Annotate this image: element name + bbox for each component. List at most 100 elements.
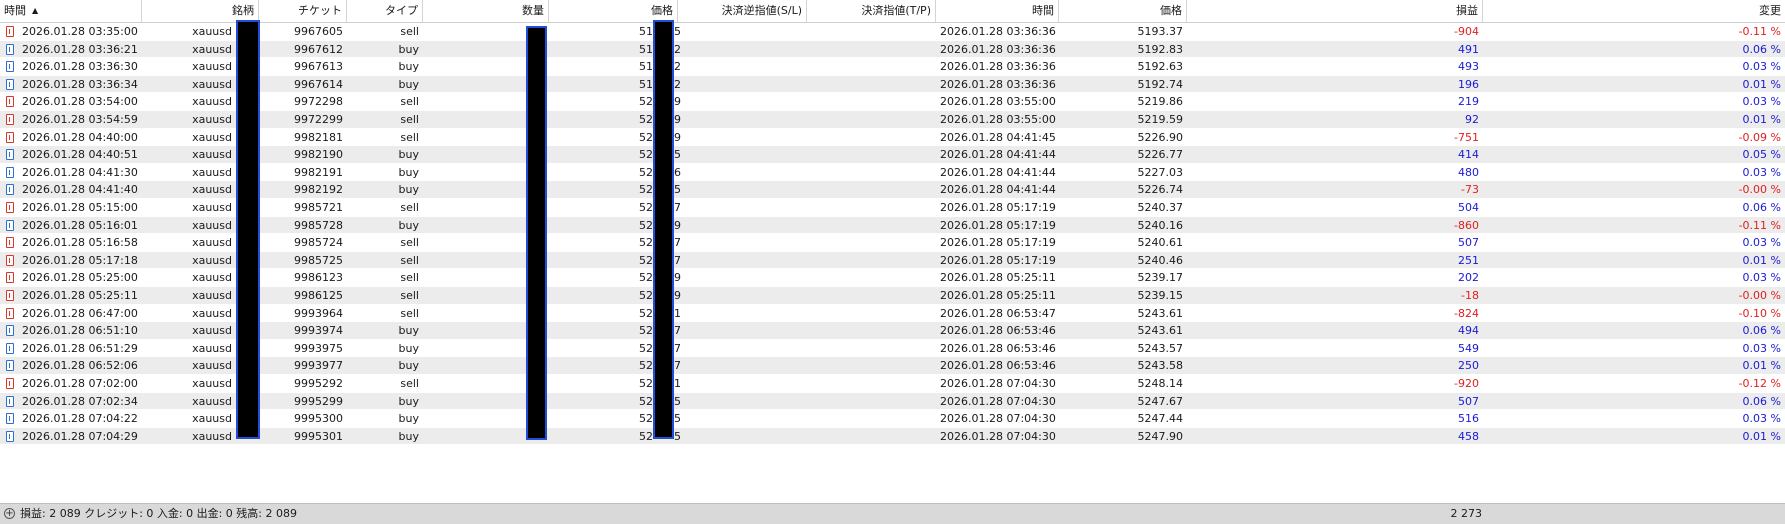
symbol-cell: xauusd — [192, 324, 232, 338]
table-row[interactable]: 2026.01.28 04:41:40xauusd9982192buy15252… — [0, 181, 1785, 199]
open-price-suffix: 5 — [674, 394, 681, 408]
open-time-cell: 2026.01.28 07:02:00 — [22, 377, 138, 390]
symbol-cell: xauusd — [192, 25, 232, 38]
profit-cell: 480 — [1458, 165, 1479, 179]
table-row[interactable]: 2026.01.28 03:35:00 xauusd 9967605 sell 51 5 2… — [0, 23, 1785, 41]
change-cell: 0.01 % — [1742, 359, 1781, 373]
expand-icon[interactable]: + — [4, 508, 15, 519]
table-row[interactable]: 2026.01.28 05:25:11 xauusd 9986125 sell 52 9 2… — [0, 287, 1785, 305]
close-time-cell: 2026.01.28 05:17:19 — [940, 236, 1056, 250]
open-price-suffix: 7 — [674, 341, 681, 355]
table-row[interactable]: 2026.01.28 04:41:30xauusd9982191buy25262… — [0, 164, 1785, 182]
open-time-cell: 2026.01.28 06:52:06 — [22, 359, 138, 373]
open-price-cell: 51 — [639, 25, 653, 38]
table-row[interactable]: 2026.01.28 03:36:34xauusd9967614buy15122… — [0, 75, 1785, 94]
buy-order-icon — [6, 430, 14, 442]
column-header-stop-loss[interactable]: 決済逆指値(S/L) — [678, 0, 807, 22]
column-header-type[interactable]: タイプ — [347, 0, 423, 22]
ticket-cell: 9985728 — [294, 218, 343, 232]
column-header-ticket[interactable]: チケット — [259, 0, 347, 22]
open-price-cell: 51 — [639, 60, 653, 74]
close-price-cell: 5226.74 — [1137, 183, 1184, 197]
table-row[interactable]: 2026.01.28 04:40:51 xauusd 9982190 buy 52 5 20… — [0, 146, 1785, 164]
open-time-cell: 2026.01.28 06:51:10 — [22, 324, 138, 338]
table-row[interactable]: 2026.01.28 07:02:34 xauusd 9995299 buy 52 5 20… — [0, 392, 1785, 411]
profit-cell: 250 — [1458, 359, 1479, 373]
open-price-suffix: 7 — [674, 253, 681, 267]
change-cell: 0.03 % — [1742, 60, 1781, 74]
close-price-cell: 5239.15 — [1137, 289, 1184, 302]
close-price-cell: 5192.63 — [1137, 60, 1184, 74]
open-time-cell: 2026.01.28 03:54:00 — [22, 95, 138, 109]
symbol-cell: xauusd — [192, 253, 232, 267]
table-row[interactable]: 2026.01.28 03:36:21 xauusd 9967612 buy 51 2 20… — [0, 40, 1785, 59]
ticket-cell: 9982191 — [294, 165, 343, 179]
buy-order-icon — [6, 360, 14, 372]
table-row[interactable]: 2026.01.28 03:54:00 xauusd 9972298 sell 52 9 2… — [0, 93, 1785, 111]
table-row[interactable]: 2026.01.28 06:47:00 xauusd 9993964 sell 52 1 2… — [0, 305, 1785, 323]
table-row[interactable]: 2026.01.28 03:36:30xauusd9967613buy25122… — [0, 58, 1785, 76]
profit-cell: 219 — [1458, 95, 1479, 109]
column-header-take-profit[interactable]: 決済指値(T/P) — [807, 0, 936, 22]
column-header-symbol[interactable]: 銘柄 — [142, 0, 259, 22]
open-time-cell: 2026.01.28 07:04:22 — [22, 412, 138, 426]
type-cell: sell — [400, 236, 419, 250]
table-row[interactable]: 2026.01.28 07:04:29 xauusd 9995301 buy 52 5 20… — [0, 427, 1785, 446]
column-header-change[interactable]: 変更 — [1483, 0, 1785, 22]
close-time-cell: 2026.01.28 04:41:45 — [940, 130, 1056, 144]
ticket-cell: 9982181 — [294, 130, 343, 144]
open-price-cell: 51 — [639, 77, 653, 91]
open-price-cell: 52 — [639, 394, 653, 408]
profit-cell: 494 — [1458, 324, 1479, 338]
sell-order-icon — [6, 131, 14, 143]
buy-order-icon — [6, 149, 14, 161]
column-header-open-price[interactable]: 価格 — [549, 0, 678, 22]
symbol-cell: xauusd — [192, 394, 232, 408]
ticket-cell: 9985725 — [294, 253, 343, 267]
close-price-cell: 5226.77 — [1137, 148, 1184, 162]
open-time-cell: 2026.01.28 03:54:59 — [22, 113, 138, 126]
column-header-volume[interactable]: 数量 — [423, 0, 549, 22]
sell-order-icon — [6, 272, 14, 284]
open-price-cell: 52 — [639, 306, 653, 320]
symbol-cell: xauusd — [192, 113, 232, 126]
type-cell: buy — [398, 60, 419, 74]
close-time-cell: 2026.01.28 05:25:11 — [940, 271, 1056, 285]
symbol-cell: xauusd — [192, 289, 232, 302]
table-row[interactable]: 2026.01.28 04:40:00 xauusd 9982181 sell 52 9 2… — [0, 129, 1785, 147]
change-cell: 0.03 % — [1742, 165, 1781, 179]
open-price-suffix: 1 — [674, 377, 681, 390]
close-time-cell: 2026.01.28 07:04:30 — [940, 394, 1056, 408]
close-price-cell: 5243.61 — [1137, 324, 1184, 338]
table-row[interactable]: 2026.01.28 06:51:10 xauusd 9993974 buy 52 7 20… — [0, 322, 1785, 340]
table-row[interactable]: 2026.01.28 06:52:06xauusd9993977buy15272… — [0, 357, 1785, 375]
sort-ascending-icon[interactable]: ▲ — [32, 6, 38, 15]
account-summary-bar: + 損益: 2 089 クレジット: 0 入金: 0 出金: 0 残高: 2 0… — [0, 503, 1785, 524]
redaction-bar — [526, 26, 547, 440]
column-header-close-time[interactable]: 時間 — [936, 0, 1059, 22]
type-cell: buy — [398, 429, 419, 443]
open-price-cell: 52 — [639, 253, 653, 267]
close-time-cell: 2026.01.28 04:41:44 — [940, 148, 1056, 162]
table-row[interactable]: 2026.01.28 05:17:18xauusd9985725sell1527… — [0, 251, 1785, 270]
profit-cell: -751 — [1454, 130, 1479, 144]
table-row[interactable]: 2026.01.28 05:16:58xauusd9985724sell2527… — [0, 234, 1785, 252]
table-row[interactable]: 2026.01.28 05:16:01 xauusd 9985728 buy 52 9 20… — [0, 216, 1785, 235]
table-row[interactable]: 2026.01.28 07:02:00 xauusd 9995292 sell 52 1 2… — [0, 375, 1785, 393]
type-cell: sell — [400, 130, 419, 144]
close-price-cell: 5193.37 — [1137, 25, 1184, 38]
table-row[interactable]: 2026.01.28 05:25:00 xauusd 9986123 sell 52 9 2… — [0, 269, 1785, 287]
table-row[interactable]: 2026.01.28 03:54:59xauusd9972299sell2529… — [0, 111, 1785, 129]
close-price-cell: 5226.90 — [1137, 130, 1184, 144]
table-row[interactable]: 2026.01.28 07:04:22xauusd9995300buy25252… — [0, 410, 1785, 428]
type-cell: buy — [398, 42, 419, 56]
column-header-open-time[interactable]: 時間 ▲ — [0, 0, 142, 22]
column-header-profit[interactable]: 損益 — [1187, 0, 1483, 22]
ticket-cell: 9967613 — [294, 60, 343, 74]
table-row[interactable]: 2026.01.28 05:15:00 xauusd 9985721 sell 52 7 2… — [0, 199, 1785, 217]
table-row[interactable]: 2026.01.28 06:51:29xauusd9993975buy25272… — [0, 340, 1785, 358]
open-time-cell: 2026.01.28 05:15:00 — [22, 201, 138, 214]
close-price-cell: 5239.17 — [1137, 271, 1184, 285]
column-header-close-price[interactable]: 価格 — [1059, 0, 1187, 22]
close-time-cell: 2026.01.28 06:53:47 — [940, 306, 1056, 320]
